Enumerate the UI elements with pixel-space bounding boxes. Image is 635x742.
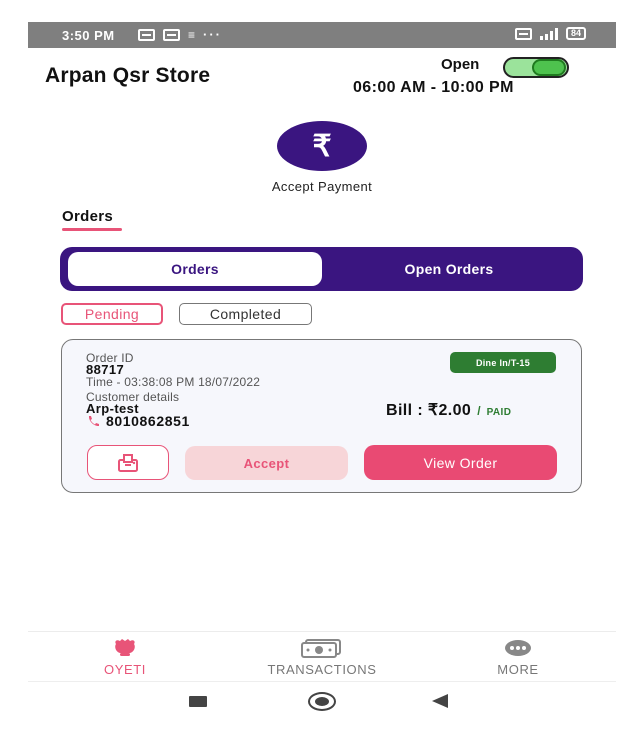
nav-oyeti-label: OYETI: [103, 662, 146, 677]
bill-amount: Bill : ₹2.00: [386, 402, 472, 419]
tab-open-orders[interactable]: Open Orders: [322, 252, 576, 286]
accept-payment-button[interactable]: ₹: [277, 121, 367, 171]
orders-tab-bar: Orders Open Orders: [60, 247, 583, 291]
message-icon: [138, 28, 155, 41]
system-navigation-bar: [28, 681, 616, 722]
customer-phone-row[interactable]: 8010862851: [86, 413, 190, 429]
oyeti-icon: [112, 638, 138, 658]
store-hours: 06:00 AM - 10:00 PM: [353, 79, 514, 96]
paid-separator: /: [477, 404, 481, 418]
filter-completed-chip[interactable]: Completed: [179, 303, 312, 325]
nav-oyeti[interactable]: OYETI: [50, 638, 200, 677]
nav-transactions[interactable]: TRANSACTIONS: [247, 638, 397, 677]
more-notifications-icon: ···: [203, 27, 223, 42]
accept-payment-label: Accept Payment: [271, 179, 373, 194]
dine-in-badge: Dine In/T-15: [450, 352, 556, 373]
home-icon[interactable]: [308, 692, 336, 711]
rupee-icon: ₹: [312, 129, 332, 163]
print-receipt-button[interactable]: [87, 445, 169, 480]
orders-heading: Orders: [62, 208, 113, 225]
battery-icon: 84: [565, 27, 586, 40]
system-icons: 84: [514, 27, 586, 40]
cash-icon: [300, 638, 344, 658]
payment-status: PAID: [486, 407, 512, 418]
order-time: Time - 03:38:08 PM 18/07/2022: [86, 375, 261, 389]
open-toggle[interactable]: [503, 57, 569, 78]
signal-icon: [539, 27, 558, 40]
more-dots-icon: [504, 638, 532, 658]
bill-row: Bill : ₹2.00 / PAID: [386, 400, 511, 420]
open-status-label: Open: [441, 56, 480, 73]
stack-icon: ≡: [188, 27, 196, 42]
receipt-icon: [118, 453, 138, 472]
accept-order-button[interactable]: Accept: [185, 446, 348, 480]
order-card: Order ID 88717 Time - 03:38:08 PM 18/07/…: [61, 339, 582, 493]
tab-orders[interactable]: Orders: [68, 252, 322, 286]
bottom-navigation: OYETI TRANSACTIONS MORE: [28, 631, 616, 679]
message-icon: [163, 28, 180, 41]
vibrate-icon: [514, 27, 532, 40]
nav-more[interactable]: MORE: [443, 638, 593, 677]
filter-pending-chip[interactable]: Pending: [61, 303, 163, 325]
toggle-knob: [532, 59, 566, 76]
notification-icons: ≡ ···: [138, 27, 222, 42]
recent-apps-icon[interactable]: [189, 696, 207, 707]
orders-heading-underline: [62, 228, 122, 231]
nav-more-label: MORE: [497, 662, 539, 677]
customer-phone: 8010862851: [106, 413, 190, 429]
view-order-button[interactable]: View Order: [364, 445, 557, 480]
phone-screen: 3:50 PM ≡ ··· 84 Arpan Qsr Store Open 06…: [28, 22, 616, 722]
back-icon[interactable]: [432, 694, 448, 708]
status-time: 3:50 PM: [62, 28, 115, 43]
nav-transactions-label: TRANSACTIONS: [267, 662, 377, 677]
phone-icon: [88, 416, 99, 427]
store-name: Arpan Qsr Store: [45, 64, 211, 87]
status-bar: 3:50 PM ≡ ··· 84: [28, 22, 616, 48]
